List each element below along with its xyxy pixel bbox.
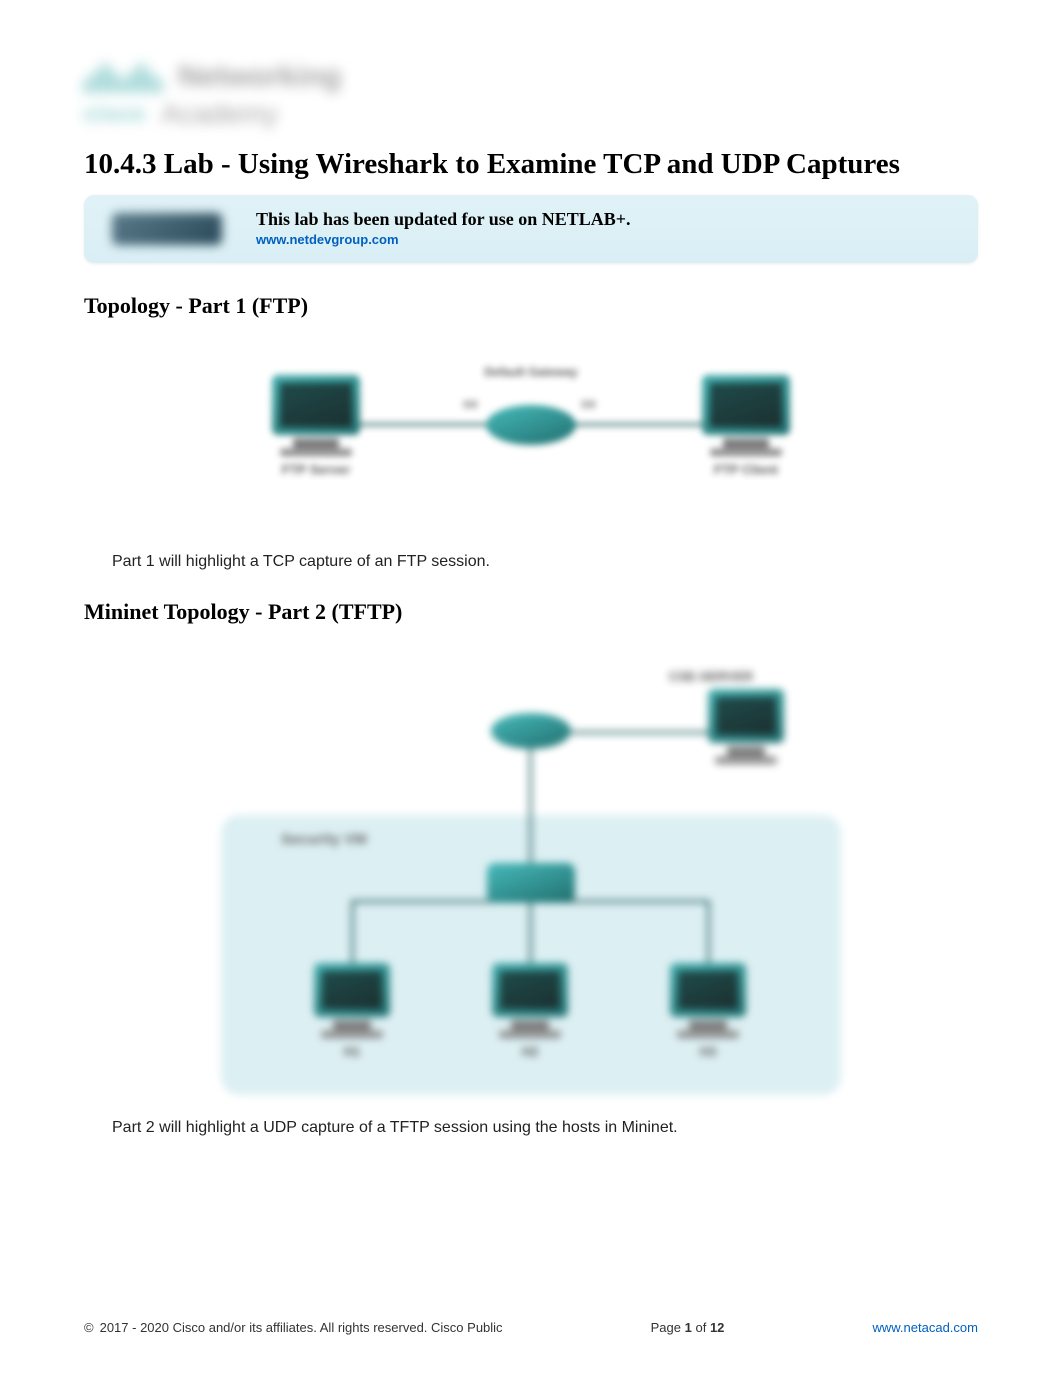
- router-icon: Default Gateway: [486, 405, 576, 445]
- router-label: Default Gateway: [481, 365, 581, 379]
- ndg-logo-icon: [102, 207, 232, 251]
- host-h1-icon: H1: [307, 963, 397, 1059]
- ftp-client-label: FTP Client: [691, 462, 801, 477]
- document-title: 10.4.3 Lab - Using Wireshark to Examine …: [84, 148, 978, 181]
- host-h2-label: H2: [485, 1044, 575, 1059]
- interface-label-right: G0: [579, 399, 598, 411]
- page-footer: © 2017 - 2020 Cisco and/or its affiliate…: [84, 1320, 978, 1335]
- host-h2-icon: H2: [485, 963, 575, 1059]
- cse-server-icon: [701, 689, 791, 764]
- logo-text-networking: Networking: [178, 60, 341, 94]
- interface-label-left: G0: [461, 399, 480, 411]
- section1-body-text: Part 1 will highlight a TCP capture of a…: [112, 553, 978, 571]
- footer-link[interactable]: www.netacad.com: [872, 1320, 978, 1335]
- host-h3-label: H3: [663, 1044, 753, 1059]
- ftp-server-label: FTP Server: [261, 462, 371, 477]
- footer-copyright: 2017 - 2020 Cisco and/or its affiliates.…: [100, 1320, 503, 1335]
- section2-heading: Mininet Topology - Part 2 (TFTP): [84, 599, 978, 625]
- topology-diagram-part1: FTP Server G0 Default Gateway G0 FTP Cli…: [251, 339, 811, 529]
- vm-label: Security VM: [281, 831, 367, 848]
- section2-body-text: Part 2 will highlight a UDP capture of a…: [112, 1119, 978, 1137]
- notice-link[interactable]: www.netdevgroup.com: [256, 232, 399, 247]
- ftp-client-icon: FTP Client: [691, 375, 801, 470]
- topology-diagram-part2: Security VM CSE-SERVER H1 H2: [221, 645, 841, 1095]
- section1-heading: Topology - Part 1 (FTP): [84, 293, 978, 319]
- page-number: Page 1 of 12: [651, 1320, 725, 1335]
- r1-router-icon: [491, 713, 571, 749]
- logo-text-academy: Academy: [161, 98, 278, 130]
- notice-text: This lab has been updated for use on NET…: [256, 208, 631, 231]
- logo-text-cisco: cisco: [84, 101, 145, 127]
- page-prefix: Page: [651, 1320, 685, 1335]
- cisco-networking-academy-logo: Networking cisco Academy: [84, 60, 978, 130]
- page-total: 12: [710, 1320, 724, 1335]
- page-of: of: [692, 1320, 710, 1335]
- page-current: 1: [685, 1320, 692, 1335]
- cisco-bars-icon: [84, 61, 162, 93]
- ftp-server-icon: FTP Server: [261, 375, 371, 470]
- copyright-icon: ©: [84, 1320, 94, 1335]
- switch-icon: [487, 863, 575, 903]
- cse-server-label: CSE-SERVER: [641, 669, 781, 684]
- host-h3-icon: H3: [663, 963, 753, 1059]
- host-h1-label: H1: [307, 1044, 397, 1059]
- netlab-notice-banner: This lab has been updated for use on NET…: [84, 195, 978, 263]
